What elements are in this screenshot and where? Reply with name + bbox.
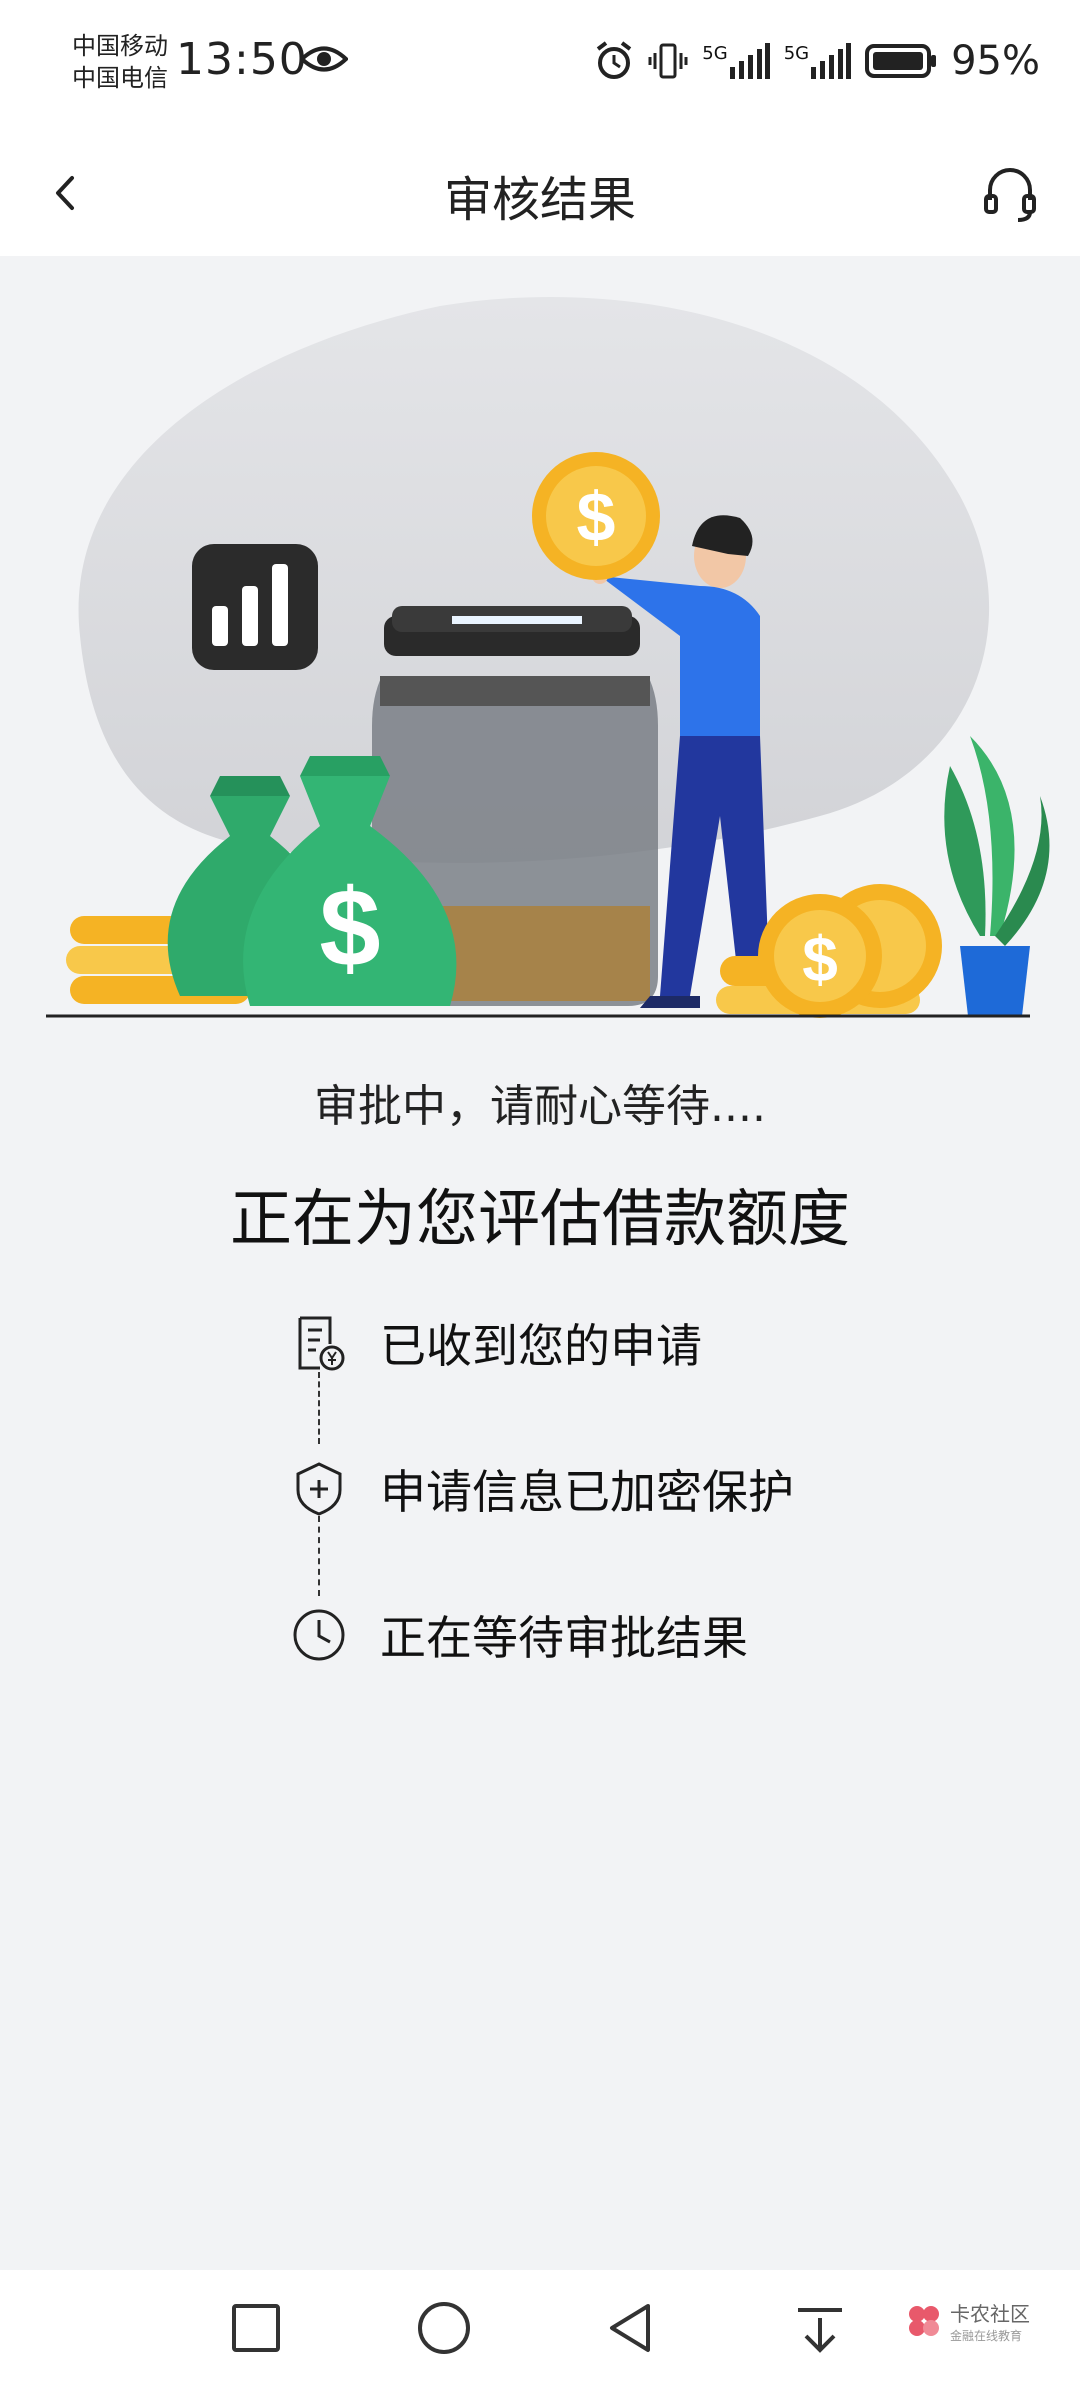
network-type-1: 5G [702, 43, 728, 64]
back-triangle-icon[interactable] [602, 2298, 662, 2358]
step-connector [318, 1516, 320, 1596]
document-yuan-icon [298, 1316, 345, 1371]
savings-illustration: $ $ $ [46, 296, 1050, 1018]
bar-chart-icon [192, 544, 318, 670]
step-label: 正在等待审批结果 [380, 1611, 748, 1665]
battery-icon [865, 44, 937, 78]
status-time: 13:50 [176, 34, 308, 85]
step-awaiting-result: 正在等待审批结果 [290, 1600, 748, 1670]
carrier-info: 中国移动 中国电信 [72, 30, 168, 94]
signal-1: 5G [702, 43, 770, 79]
customer-service-headset-icon[interactable] [980, 160, 1040, 226]
carrier-1: 中国移动 [72, 32, 168, 60]
clock-icon [293, 1609, 345, 1661]
home-circle-icon[interactable] [414, 2298, 474, 2358]
app-header: 审核结果 [0, 130, 1080, 256]
status-subtitle: 审批中，请耐心等待.... [314, 1081, 766, 1132]
eye-icon [300, 46, 348, 72]
carrier-2: 中国电信 [72, 64, 168, 92]
svg-text:$: $ [319, 867, 380, 990]
step-label: 申请信息已加密保护 [380, 1465, 794, 1519]
page-title: 审核结果 [443, 172, 636, 228]
battery-percent: 95% [951, 38, 1040, 84]
recent-apps-square-icon[interactable] [226, 2298, 286, 2358]
step-label: 已收到您的申请 [380, 1319, 702, 1373]
network-type-2: 5G [783, 43, 810, 64]
step-application-received: 已收到您的申请 [290, 1308, 702, 1378]
watermark-subtext: 金融在线教育 [950, 2329, 1023, 2343]
watermark-text: 卡农社区 [950, 2302, 1030, 2326]
svg-text:$: $ [577, 478, 616, 556]
step-info-encrypted: 申请信息已加密保护 [290, 1454, 794, 1524]
status-headline: 正在为您评估借款额度 [229, 1182, 850, 1255]
potted-plant [944, 736, 1050, 1016]
status-icons: 5G 5G 95% [594, 38, 1040, 84]
shield-plus-icon [296, 1462, 342, 1516]
signal-bars-icon [729, 43, 770, 79]
status-bar: 中国移动 中国电信 13:50 5G 5G 95% [0, 0, 1080, 130]
dollar-coin-held: $ [532, 452, 660, 580]
alarm-icon [597, 41, 632, 79]
system-nav-bar: 卡农社区 金融在线教育 [0, 2270, 1080, 2388]
watermark: 卡农社区 金融在线教育 [906, 2298, 1030, 2344]
pull-down-arrow-icon[interactable] [790, 2298, 850, 2358]
watermark-logo-icon [909, 2306, 939, 2336]
signal-2: 5G [783, 43, 852, 79]
step-connector [318, 1372, 320, 1444]
vibrate-icon [648, 43, 688, 79]
svg-text:$: $ [802, 923, 838, 995]
signal-bars-icon [811, 43, 852, 79]
